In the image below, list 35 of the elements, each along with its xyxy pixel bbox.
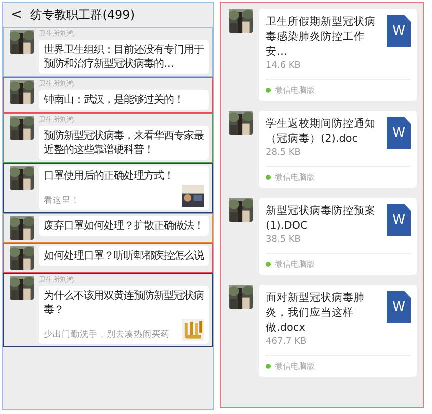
message-bubble: 预防新型冠状病毒，来看华西专家最近整的这些靠谱硬科普！ xyxy=(39,126,209,160)
message-bubble: 废弃口罩如何处理？扩散正确做法！ xyxy=(39,216,209,236)
file-card[interactable]: 新型冠状病毒防控预案(1).DOC 38.5 KB W 微信电脑版 xyxy=(259,198,417,275)
link-description: 少出门勤洗手，别去凑热闹买药 xyxy=(44,329,171,341)
source-label: 微信电脑版 xyxy=(275,259,315,270)
source-icon xyxy=(266,88,271,93)
word-document-icon: W xyxy=(387,204,411,236)
source-label: 微信电脑版 xyxy=(275,361,315,372)
word-document-icon: W xyxy=(387,15,411,47)
file-card[interactable]: 面对新型冠状病毒肺炎，我们应当这样做.docx 467.7 KB W 微信电脑版 xyxy=(259,285,417,377)
source-icon xyxy=(266,262,271,267)
source-icon xyxy=(266,175,271,180)
message-bubble: 世界卫生组织：目前还没有专门用于预防和治疗新型冠状病毒的… xyxy=(39,40,209,74)
source-label: 微信电脑版 xyxy=(275,172,315,183)
file-card[interactable]: 学生返校期间防控通知（冠病毒）(2).doc 28.5 KB W 微信电脑版 xyxy=(259,111,417,188)
link-title: 口罩使用后的正确处理方式！ xyxy=(44,169,175,183)
file-name: 面对新型冠状病毒肺炎，我们应当这样做.docx xyxy=(266,291,366,336)
file-name: 卫生所假期新型冠状病毒感染肺炎防控工作安… xyxy=(266,15,377,60)
message-bubble: 钟南山：武汉，是能够过关的！ xyxy=(39,90,209,110)
link-description: 看这里！ xyxy=(44,195,81,207)
message-bubble: 如何处理口罩？听听郫都疾控怎么说 xyxy=(39,246,209,266)
file-size: 467.7 KB xyxy=(266,337,308,347)
file-card[interactable]: 卫生所假期新型冠状病毒感染肺炎防控工作安… 14.6 KB W 微信电脑版 xyxy=(259,9,417,101)
file-name: 学生返校期间防控通知（冠病毒）(2).doc xyxy=(266,117,377,147)
word-document-icon: W xyxy=(387,291,411,323)
back-button[interactable]: < xyxy=(11,7,23,23)
word-document-icon: W xyxy=(387,117,411,149)
file-size: 28.5 KB xyxy=(266,148,302,158)
link-title: 为什么不该用双黄连预防新型冠状病毒？ xyxy=(44,289,204,317)
file-size: 38.5 KB xyxy=(266,235,302,245)
file-size: 14.6 KB xyxy=(266,61,302,71)
chat-title: 纺专教职工群(499) xyxy=(30,6,136,24)
file-name: 新型冠状病毒防控预案(1).DOC xyxy=(266,204,377,234)
source-icon xyxy=(266,364,271,369)
source-label: 微信电脑版 xyxy=(275,85,315,96)
